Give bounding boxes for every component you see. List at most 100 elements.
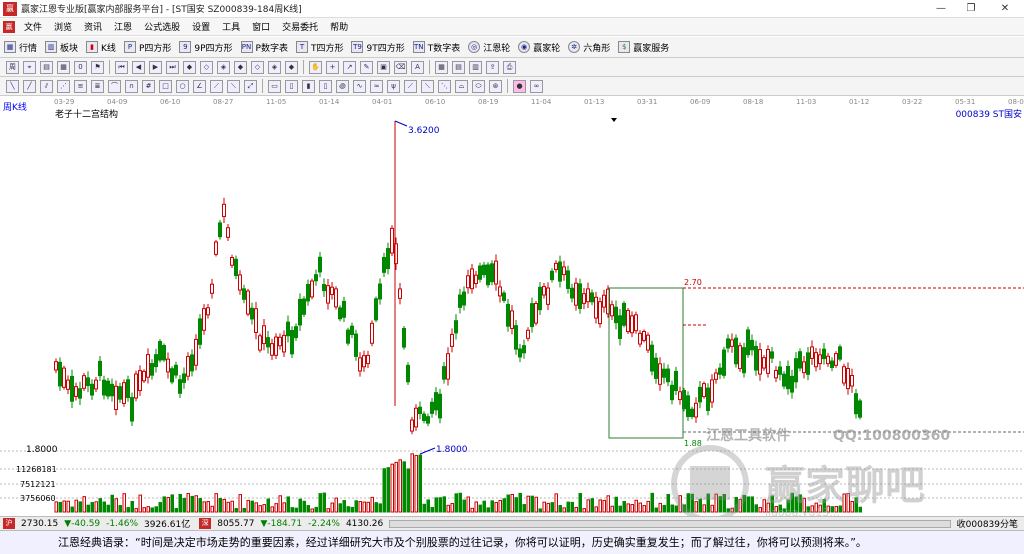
line-icon[interactable]: ⟋: [404, 79, 417, 93]
menu-trade[interactable]: 交易委托: [276, 20, 324, 33]
diamond-icon[interactable]: ◇: [251, 60, 264, 74]
toolbar-p-table-button[interactable]: PN P数字表: [237, 41, 292, 54]
volume-bar: [550, 502, 554, 513]
grid-icon[interactable]: ▦: [57, 60, 70, 74]
fan-icon[interactable]: ⋰: [57, 79, 70, 93]
spiral-icon[interactable]: ꩜: [336, 79, 349, 93]
pen-icon[interactable]: ✎: [360, 60, 373, 74]
menu-browse[interactable]: 浏览: [48, 20, 78, 33]
toolbar-kline-button[interactable]: ▮ K线: [82, 41, 120, 54]
toolbar-t-square-button[interactable]: T T四方形: [292, 41, 348, 54]
candle-body: [458, 294, 462, 308]
hand-icon[interactable]: ✋: [309, 60, 322, 74]
menu-help[interactable]: 帮助: [324, 20, 354, 33]
line-icon[interactable]: ╱: [23, 79, 36, 93]
menu-file[interactable]: 文件: [18, 20, 48, 33]
diamond-icon[interactable]: ◈: [217, 60, 230, 74]
arrow-icon[interactable]: ↗: [343, 60, 356, 74]
toolbar-winner-wheel-button[interactable]: ◉ 赢家轮: [514, 41, 564, 54]
toolbar-9p-square-button[interactable]: 9 9P四方形: [175, 41, 236, 54]
spiral-icon[interactable]: ⊛: [489, 79, 502, 93]
line-icon[interactable]: ⟍: [421, 79, 434, 93]
volume-bar: [758, 507, 762, 513]
fibo-icon[interactable]: ≣: [91, 79, 104, 93]
volume-bar: [206, 501, 210, 513]
volume-bar: [602, 499, 606, 513]
wave-icon[interactable]: ≈: [370, 79, 383, 93]
gift-icon[interactable]: ▣: [377, 60, 390, 74]
bars-icon[interactable]: ▮: [302, 79, 315, 93]
crosshair-icon[interactable]: ⌖: [23, 60, 36, 74]
menu-formula[interactable]: 公式选股: [138, 20, 186, 33]
volume-bar: [446, 504, 450, 513]
diamond-icon[interactable]: ◆: [285, 60, 298, 74]
fibo-icon[interactable]: ≡: [74, 79, 87, 93]
fan-icon[interactable]: ⋱: [438, 79, 451, 93]
menu-gann[interactable]: 江恩: [108, 20, 138, 33]
last-icon[interactable]: ⏭: [166, 60, 179, 74]
zoom-out-icon[interactable]: ◇: [200, 60, 213, 74]
dropdown-arrow-icon[interactable]: [611, 118, 617, 122]
ray-icon[interactable]: ⤢: [244, 79, 257, 93]
kline-chart[interactable]: 03-29 04-09 06-10 08-27 11-05 01-14 04-01 06-10…: [0, 96, 1024, 523]
ray-icon[interactable]: ⟋: [210, 79, 223, 93]
close-icon[interactable]: ✕: [990, 0, 1020, 18]
next-icon[interactable]: ▶: [149, 60, 162, 74]
menu-settings[interactable]: 设置: [186, 20, 216, 33]
text-icon[interactable]: A: [411, 60, 424, 74]
line-icon[interactable]: ╲: [6, 79, 19, 93]
wave-icon[interactable]: ∿: [353, 79, 366, 93]
report-icon[interactable]: ▥: [469, 60, 482, 74]
toolbar-p-square-button[interactable]: P P四方形: [120, 41, 175, 54]
color-icon[interactable]: ●: [513, 79, 526, 93]
flag-icon[interactable]: ⚑: [91, 60, 104, 74]
toolbar-sector-button[interactable]: ▥ 板块: [41, 41, 82, 54]
menu-window[interactable]: 窗口: [246, 20, 276, 33]
toolbar-t-table-button[interactable]: TN T数字表: [409, 41, 465, 54]
toolbar-9t-square-button[interactable]: T9 9T四方形: [347, 41, 408, 54]
box-icon[interactable]: ▭: [268, 79, 281, 93]
candle-body: [226, 227, 230, 238]
diamond-icon[interactable]: ◈: [268, 60, 281, 74]
menu-info[interactable]: 资讯: [78, 20, 108, 33]
toolbar-hexagon-button[interactable]: ✲ 六角形: [564, 41, 614, 54]
cycle-icon[interactable]: ∩: [125, 79, 138, 93]
infinity-icon[interactable]: ∞: [530, 79, 543, 93]
calc-icon[interactable]: ▤: [452, 60, 465, 74]
sz-index-icon[interactable]: 深: [199, 518, 212, 529]
box-icon[interactable]: ▯: [285, 79, 298, 93]
maximize-icon[interactable]: ❐: [956, 0, 986, 18]
angle-icon[interactable]: ∠: [193, 79, 206, 93]
zoom-in-icon[interactable]: ◆: [183, 60, 196, 74]
toolbar-service-button[interactable]: $ 赢家服务: [614, 41, 673, 54]
menu-tools[interactable]: 工具: [216, 20, 246, 33]
ray-icon[interactable]: ⟍: [227, 79, 240, 93]
index-icon[interactable]: 0: [74, 60, 87, 74]
doc-icon[interactable]: ▤: [40, 60, 53, 74]
prev-icon[interactable]: ◀: [132, 60, 145, 74]
erase-icon[interactable]: ⌫: [394, 60, 407, 74]
volume-bar: [198, 498, 202, 513]
cycle-icon[interactable]: ⌒: [108, 79, 121, 93]
plus-icon[interactable]: +: [326, 60, 339, 74]
export-icon[interactable]: ⇪: [486, 60, 499, 74]
table-icon[interactable]: ▦: [435, 60, 448, 74]
toolbar-gann-wheel-button[interactable]: ◎ 江恩轮: [464, 41, 514, 54]
bars-icon[interactable]: ▯: [319, 79, 332, 93]
print-icon[interactable]: ⎙: [503, 60, 516, 74]
circle-icon[interactable]: ○: [176, 79, 189, 93]
candle-body: [186, 356, 190, 377]
minimize-icon[interactable]: —: [926, 0, 956, 18]
square-icon[interactable]: □: [159, 79, 172, 93]
sh-index-icon[interactable]: 沪: [3, 518, 15, 529]
ellipse-icon[interactable]: ⬭: [472, 79, 485, 93]
cycle-icon[interactable]: ⌓: [455, 79, 468, 93]
first-icon[interactable]: ⏮: [115, 60, 128, 74]
toolbar-quotes-button[interactable]: ▦ 行情: [0, 41, 41, 54]
channel-icon[interactable]: ⫽: [40, 79, 53, 93]
horizontal-scrollbar[interactable]: [389, 519, 951, 528]
period-week-icon[interactable]: 周: [6, 60, 19, 74]
pitchfork-icon[interactable]: ψ: [387, 79, 400, 93]
grid-icon[interactable]: #: [142, 79, 155, 93]
diamond-icon[interactable]: ◆: [234, 60, 247, 74]
